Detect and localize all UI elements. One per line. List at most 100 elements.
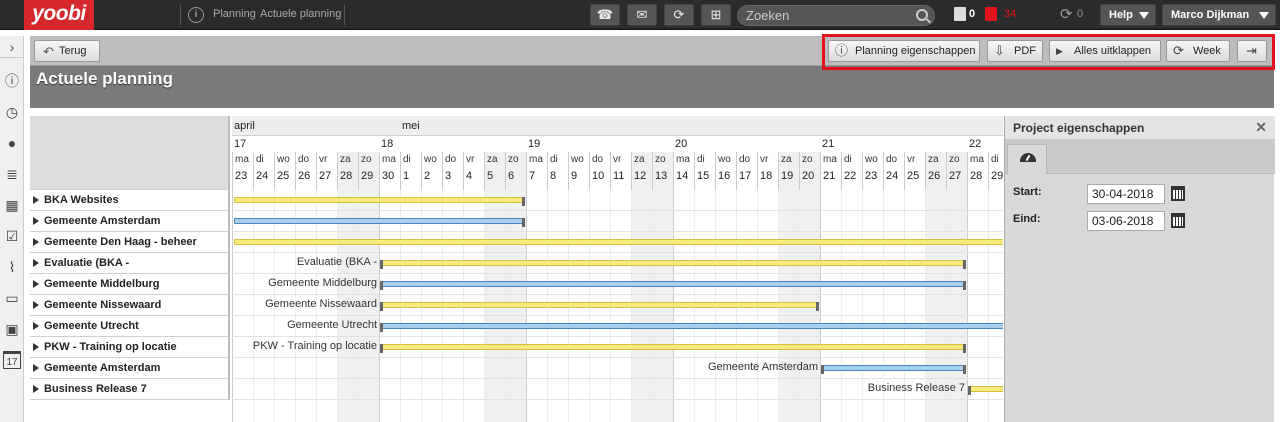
bar-end-handle[interactable]	[522, 218, 525, 227]
gantt-bar[interactable]	[234, 218, 525, 227]
archive-box-icon[interactable]: ▭	[3, 289, 21, 307]
day-header-cell: vr 27	[316, 152, 337, 190]
day-header-cell: vr 18	[757, 152, 778, 190]
planning-row[interactable]: PKW - Training op locatie	[30, 337, 230, 358]
bar-end-handle[interactable]	[816, 302, 819, 311]
planning-row[interactable]: Gemeente Amsterdam	[30, 211, 230, 232]
info-circle-icon[interactable]: ⓘ	[3, 72, 21, 90]
refresh-button[interactable]: ⟳	[664, 4, 694, 26]
calendar-icon[interactable]	[1171, 186, 1185, 201]
gantt-bar[interactable]	[234, 239, 1003, 245]
gantt-bar[interactable]	[380, 260, 966, 269]
back-button[interactable]: ↶ Terug	[34, 40, 100, 62]
info-icon[interactable]: i	[188, 7, 204, 23]
day-header-cell: wo 16	[715, 152, 736, 190]
day-number: 29	[361, 170, 374, 182]
breadcrumb-actuele-planning[interactable]: Actuele planning	[260, 8, 341, 20]
calendar-grid-icon[interactable]: ▦	[3, 196, 21, 214]
calendar-icon[interactable]	[1171, 213, 1185, 228]
day-number: 10	[592, 170, 605, 182]
clipboard-x-icon[interactable]	[985, 7, 997, 21]
weekday-label: zo	[949, 154, 960, 165]
tab-dashboard[interactable]	[1007, 144, 1047, 174]
close-icon[interactable]: ✕	[1255, 120, 1267, 134]
planning-row[interactable]: Business Release 7	[30, 379, 230, 400]
day-number: 28	[340, 170, 353, 182]
clock-icon[interactable]: ◷	[3, 103, 21, 121]
day-header-cell: di 24	[253, 152, 274, 190]
bar-start-handle[interactable]	[380, 344, 383, 353]
weekday-label: wo	[571, 154, 584, 165]
day-header-cell: zo 6	[505, 152, 526, 190]
bar-label: Gemeente Amsterdam	[707, 361, 818, 373]
day-header-cell: zo 27	[946, 152, 967, 190]
weekday-label: za	[781, 154, 792, 165]
calendar-17-icon[interactable]: 17	[3, 351, 21, 369]
bar-start-handle[interactable]	[380, 260, 383, 269]
bar-label: PKW - Training op locatie	[252, 340, 377, 352]
search-input[interactable]	[746, 7, 916, 24]
gantt-bar[interactable]	[234, 197, 525, 206]
bar-start-handle[interactable]	[380, 281, 383, 290]
sync-icon[interactable]: ⟳	[1060, 5, 1073, 23]
day-number: 15	[697, 170, 710, 182]
paperclip-icon[interactable]: ⌇	[3, 258, 21, 276]
day-number: 20	[802, 170, 815, 182]
bar-end-handle[interactable]	[963, 260, 966, 269]
planning-row[interactable]: Gemeente Den Haag - beheer	[30, 232, 230, 253]
bar-end-handle[interactable]	[522, 197, 525, 206]
search-icon[interactable]	[916, 9, 928, 21]
bar-start-handle[interactable]	[968, 386, 971, 395]
expand-rail-icon[interactable]: ›	[0, 36, 24, 58]
gantt-bar[interactable]	[380, 323, 1003, 332]
new-document-button[interactable]: ⊞	[701, 4, 731, 26]
planning-row[interactable]: BKA Websites	[30, 190, 230, 211]
planning-row[interactable]: Gemeente Middelburg	[30, 274, 230, 295]
bar-label: Gemeente Nissewaard	[265, 298, 377, 310]
yoobi-logo[interactable]: yoobi	[24, 0, 94, 30]
phone-button[interactable]: ☎	[590, 4, 620, 26]
planning-row[interactable]: Gemeente Amsterdam	[30, 358, 230, 379]
week-number: 18	[381, 138, 394, 150]
gantt-bar[interactable]	[968, 386, 1003, 395]
coins-icon[interactable]: ≣	[3, 165, 21, 183]
search-box[interactable]	[737, 5, 935, 26]
clipboard-check-icon[interactable]: ☑	[3, 227, 21, 245]
mail-button[interactable]: ✉	[627, 4, 657, 26]
briefcase-icon[interactable]: ▣	[3, 320, 21, 338]
bar-end-handle[interactable]	[963, 281, 966, 290]
gantt-bar[interactable]	[380, 281, 966, 290]
end-date-field[interactable]	[1087, 211, 1165, 231]
planning-row[interactable]: Gemeente Nissewaard	[30, 295, 230, 316]
weekday-label: di	[403, 154, 411, 165]
weekday-label: za	[928, 154, 939, 165]
day-number: 27	[319, 170, 332, 182]
dashboard-gauge-icon	[1020, 153, 1036, 162]
bar-start-handle[interactable]	[821, 365, 824, 374]
help-label: Help	[1109, 9, 1133, 21]
planning-row[interactable]: Gemeente Utrecht	[30, 316, 230, 337]
tasks-count: 0	[969, 8, 976, 20]
gantt-bar[interactable]	[380, 302, 819, 311]
bar-end-handle[interactable]	[963, 365, 966, 374]
start-label: Start:	[1013, 186, 1042, 198]
bar-start-handle[interactable]	[380, 302, 383, 311]
help-dropdown[interactable]: Help	[1100, 4, 1156, 26]
timeline: april mei 17 18 19 20 21 22 ma 23 di 24 wo 25 do 26 vr…	[232, 116, 1003, 422]
breadcrumb-planning[interactable]: Planning	[213, 8, 256, 20]
gantt-bar[interactable]	[821, 365, 966, 374]
clipboard-check-icon[interactable]	[954, 7, 966, 21]
start-date-field[interactable]	[1087, 184, 1165, 204]
planning-row[interactable]: Evaluatie (BKA -	[30, 253, 230, 274]
day-number: 3	[445, 170, 452, 182]
weekday-label: zo	[655, 154, 666, 165]
user-dropdown[interactable]: Marco Dijkman	[1162, 4, 1276, 26]
separator	[180, 5, 181, 25]
piggy-bank-icon[interactable]: ●	[3, 134, 21, 152]
day-header-cell: za 5	[484, 152, 505, 190]
week-number: 20	[675, 138, 688, 150]
bar-end-handle[interactable]	[963, 344, 966, 353]
weekday-label: di	[991, 154, 999, 165]
bar-start-handle[interactable]	[380, 323, 383, 332]
gantt-bar[interactable]	[380, 344, 966, 353]
